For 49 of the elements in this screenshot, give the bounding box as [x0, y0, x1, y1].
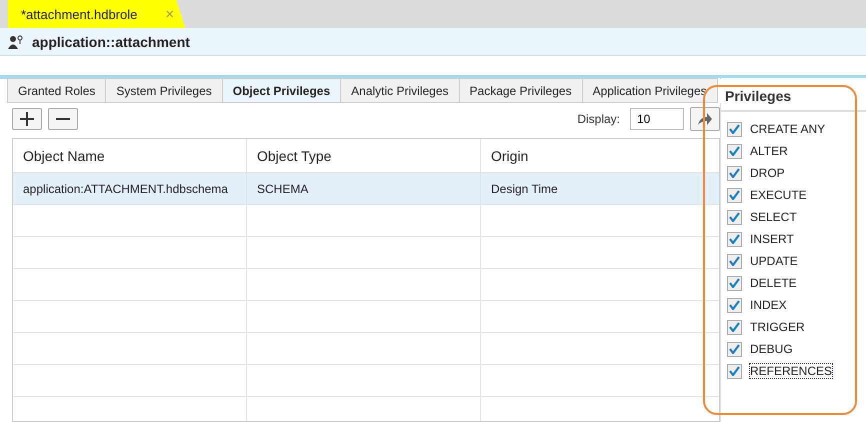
privilege-label: CREATE ANY	[750, 122, 826, 136]
privilege-label: INDEX	[750, 298, 787, 312]
privileges-title: Privileges	[721, 78, 866, 112]
plus-icon	[20, 112, 34, 126]
column-header: Origin	[490, 146, 530, 166]
tab[interactable]: System Privileges	[106, 78, 223, 103]
tab[interactable]: Granted Roles	[7, 78, 106, 103]
checkbox[interactable]	[727, 364, 742, 378]
privilege-label: SELECT	[750, 210, 797, 224]
user-key-icon	[8, 34, 24, 48]
table-cell: Design Time	[491, 182, 558, 196]
privilege-label: ALTER	[750, 144, 788, 158]
privilege-label: DELETE	[750, 276, 797, 290]
arrow-icon	[698, 113, 712, 125]
forward-button[interactable]	[690, 107, 720, 131]
tab[interactable]: Application Privileges	[582, 78, 718, 103]
privilege-label: REFERENCES	[750, 364, 832, 378]
privilege-label: DEBUG	[750, 342, 793, 356]
display-field[interactable]: 10	[630, 108, 684, 130]
editor-tab[interactable]: *attachment.hdbrole ×	[8, 0, 185, 28]
tab[interactable]: Analytic Privileges	[341, 78, 460, 103]
editor-tab-title: *attachment.hdbrole	[21, 6, 138, 22]
checkbox[interactable]	[727, 188, 742, 202]
privilege-label: DROP	[750, 166, 785, 180]
tab[interactable]: Object Privileges	[222, 78, 342, 103]
checkbox[interactable]	[727, 342, 742, 356]
table-row[interactable]: application:ATTACHMENT.hdbschema SCHEMA Design Time	[13, 173, 719, 205]
checkbox[interactable]	[727, 144, 742, 158]
checkbox[interactable]	[727, 254, 742, 268]
display-label: Display:	[577, 112, 620, 126]
checkbox[interactable]	[727, 232, 742, 246]
checkbox[interactable]	[727, 166, 742, 180]
privilege-label: INSERT	[750, 232, 794, 246]
add-button[interactable]	[12, 108, 42, 130]
role-title: application::attachment	[32, 34, 190, 50]
table-cell: application:ATTACHMENT.hdbschema	[23, 182, 228, 196]
checkbox[interactable]	[727, 210, 742, 224]
table-cell: SCHEMA	[257, 182, 308, 196]
privilege-label: UPDATE	[750, 254, 798, 268]
column-header: Object Name	[13, 139, 247, 172]
checkbox[interactable]	[727, 298, 742, 312]
privilege-label: EXECUTE	[750, 188, 807, 202]
column-header: Object Type	[247, 139, 481, 172]
checkbox[interactable]	[727, 122, 742, 136]
tab[interactable]: Package Privileges	[460, 78, 583, 103]
remove-button[interactable]	[48, 108, 78, 130]
checkbox[interactable]	[727, 320, 742, 334]
privilege-label: TRIGGER	[750, 320, 805, 334]
checkbox[interactable]	[727, 276, 742, 290]
